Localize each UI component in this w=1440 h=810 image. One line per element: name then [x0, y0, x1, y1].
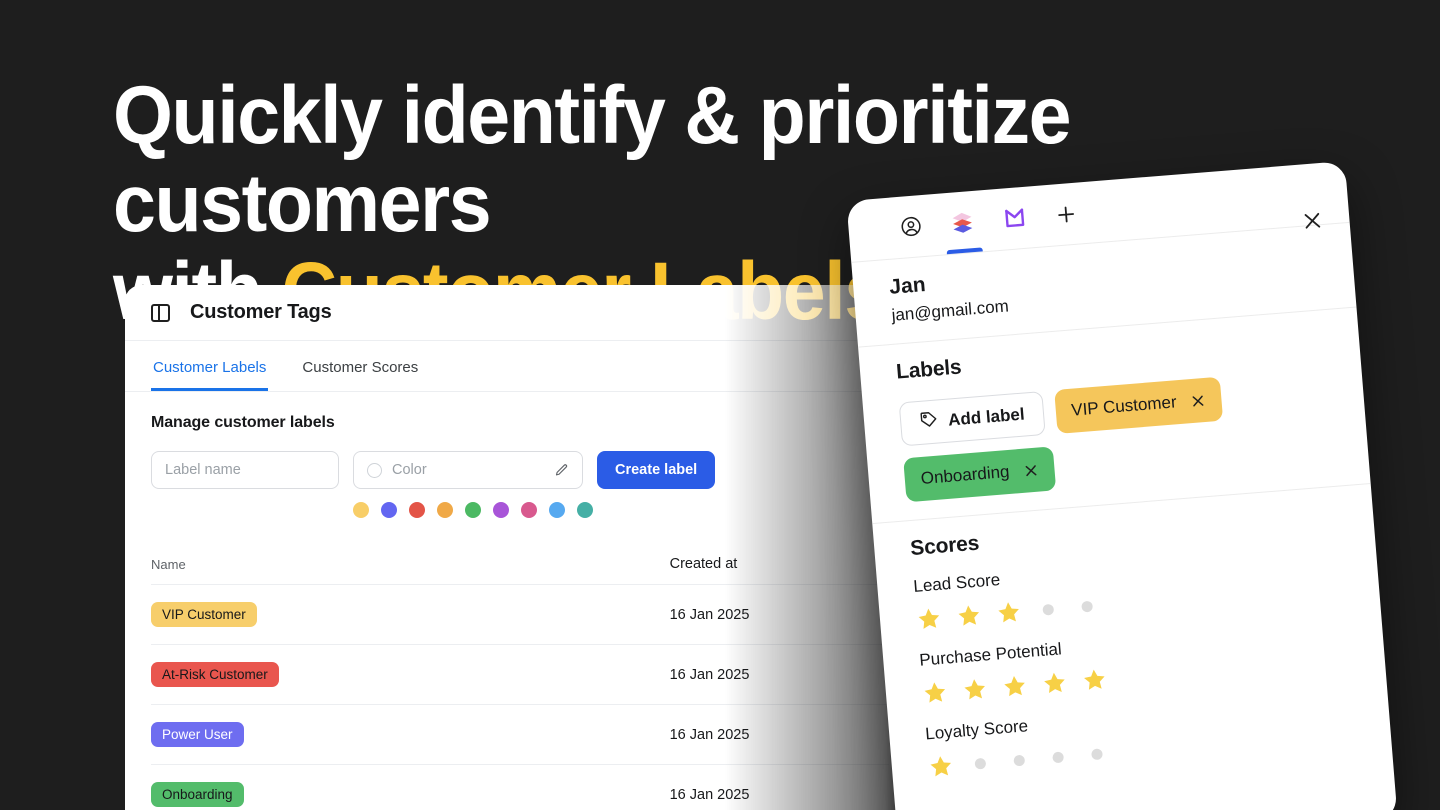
add-label-text: Add label — [947, 404, 1026, 430]
color-swatch-2[interactable] — [381, 502, 397, 518]
color-swatch-3[interactable] — [409, 502, 425, 518]
table-row[interactable]: Onboarding 16 Jan 2025 — [151, 764, 889, 810]
close-icon[interactable] — [1301, 209, 1325, 233]
inbox-icon[interactable] — [986, 186, 1043, 250]
contact-side-panel: Jan jan@gmail.com Labels Add label VIP C… — [846, 161, 1398, 810]
cell-created-at: 16 Jan 2025 — [669, 606, 750, 623]
color-input-left: Color — [367, 462, 427, 478]
table-header-row: Name Created at — [151, 544, 889, 584]
color-swatch-5[interactable] — [465, 502, 481, 518]
labels-chip-row: Add label VIP Customer Onboarding — [898, 368, 1334, 503]
color-swatch-8[interactable] — [549, 502, 565, 518]
star-filled-icon[interactable] — [921, 679, 949, 707]
label-pill[interactable]: VIP Customer — [151, 601, 257, 628]
color-swatch-6[interactable] — [493, 502, 509, 518]
score-list: Lead Score Purchase Potential Loyalty Scor… — [913, 543, 1356, 783]
sidebar-panel-icon[interactable] — [151, 303, 170, 322]
table-row[interactable]: Power User 16 Jan 2025 — [151, 704, 889, 764]
color-placeholder: Color — [392, 462, 427, 478]
score-row: Loyalty Score — [925, 690, 1356, 782]
column-header-created-at: Created at — [669, 556, 738, 572]
tab-customer-labels[interactable]: Customer Labels — [151, 359, 269, 391]
cell-created-at: 16 Jan 2025 — [669, 666, 750, 683]
star-empty-icon[interactable] — [1091, 747, 1103, 760]
label-chip[interactable]: VIP Customer — [1053, 376, 1224, 434]
star-filled-icon[interactable] — [927, 752, 955, 780]
star-filled-icon[interactable] — [995, 598, 1023, 626]
label-pill[interactable]: Power User — [151, 721, 244, 748]
label-chip[interactable]: Onboarding — [903, 446, 1057, 503]
label-chip-text: VIP Customer — [1070, 392, 1178, 420]
cell-name: VIP Customer — [151, 601, 670, 628]
tag-icon — [918, 409, 939, 434]
color-preview-circle-icon — [367, 462, 382, 478]
pencil-icon[interactable] — [554, 463, 569, 478]
column-header-name: Name — [151, 556, 186, 572]
star-empty-icon[interactable] — [1013, 754, 1026, 766]
close-icon[interactable] — [1190, 392, 1206, 408]
star-filled-icon[interactable] — [915, 605, 943, 633]
color-swatch-9[interactable] — [577, 502, 593, 518]
promo-screenshot: Quickly identify & prioritize customersw… — [0, 0, 1440, 810]
label-pill[interactable]: Onboarding — [151, 781, 244, 808]
cell-name: Power User — [151, 721, 670, 748]
star-filled-icon[interactable] — [1001, 672, 1029, 700]
plus-icon[interactable] — [1038, 182, 1095, 246]
label-chip-text: Onboarding — [920, 461, 1011, 489]
customer-tags-window: Customer Tags Customer Labels Customer S… — [125, 285, 915, 810]
color-swatch-4[interactable] — [437, 502, 453, 518]
label-name-input[interactable]: Label name — [151, 451, 339, 489]
color-swatch-row — [353, 502, 889, 518]
star-empty-icon[interactable] — [1052, 750, 1065, 763]
window-title: Customer Tags — [190, 301, 332, 323]
window-titlebar: Customer Tags — [125, 285, 915, 341]
tab-customer-scores[interactable]: Customer Scores — [300, 359, 420, 391]
table-body: VIP Customer 16 Jan 2025 At-Risk Customer 1… — [151, 584, 889, 810]
tab-bar: Customer Labels Customer Scores — [125, 341, 915, 392]
label-pill[interactable]: At-Risk Customer — [151, 661, 279, 688]
cell-created-at: 16 Jan 2025 — [669, 786, 750, 803]
color-input[interactable]: Color — [353, 451, 583, 489]
scores-section: Scores Lead Score Purchase Potential Loyal… — [872, 484, 1393, 803]
star-filled-icon[interactable] — [955, 602, 983, 630]
color-swatch-7[interactable] — [521, 502, 537, 518]
cell-name: At-Risk Customer — [151, 661, 670, 688]
label-name-placeholder: Label name — [165, 462, 241, 478]
cell-created-at: 16 Jan 2025 — [669, 726, 750, 743]
section-title: Manage customer labels — [151, 414, 335, 431]
star-empty-icon[interactable] — [1042, 603, 1055, 616]
close-icon[interactable] — [1023, 462, 1039, 478]
star-filled-icon[interactable] — [1041, 669, 1069, 697]
layers-icon[interactable] — [934, 190, 991, 254]
star-empty-icon[interactable] — [974, 757, 987, 770]
add-label-button[interactable]: Add label — [898, 391, 1046, 447]
table-row[interactable]: At-Risk Customer 16 Jan 2025 — [151, 644, 889, 704]
account-circle-icon[interactable] — [882, 195, 939, 259]
star-filled-icon[interactable] — [1081, 666, 1109, 694]
labels-table: Name Created at VIP Customer 16 Jan 2025 A… — [151, 544, 889, 810]
create-label-form: Label name Color Create label — [151, 451, 889, 489]
table-row[interactable]: VIP Customer 16 Jan 2025 — [151, 584, 889, 644]
star-empty-icon[interactable] — [1081, 600, 1094, 613]
create-label-button[interactable]: Create label — [597, 451, 716, 489]
cell-name: Onboarding — [151, 781, 670, 808]
star-filled-icon[interactable] — [961, 675, 989, 703]
color-swatch-1[interactable] — [353, 502, 369, 518]
labels-pane: Manage customer labels Label name Color … — [125, 392, 915, 810]
